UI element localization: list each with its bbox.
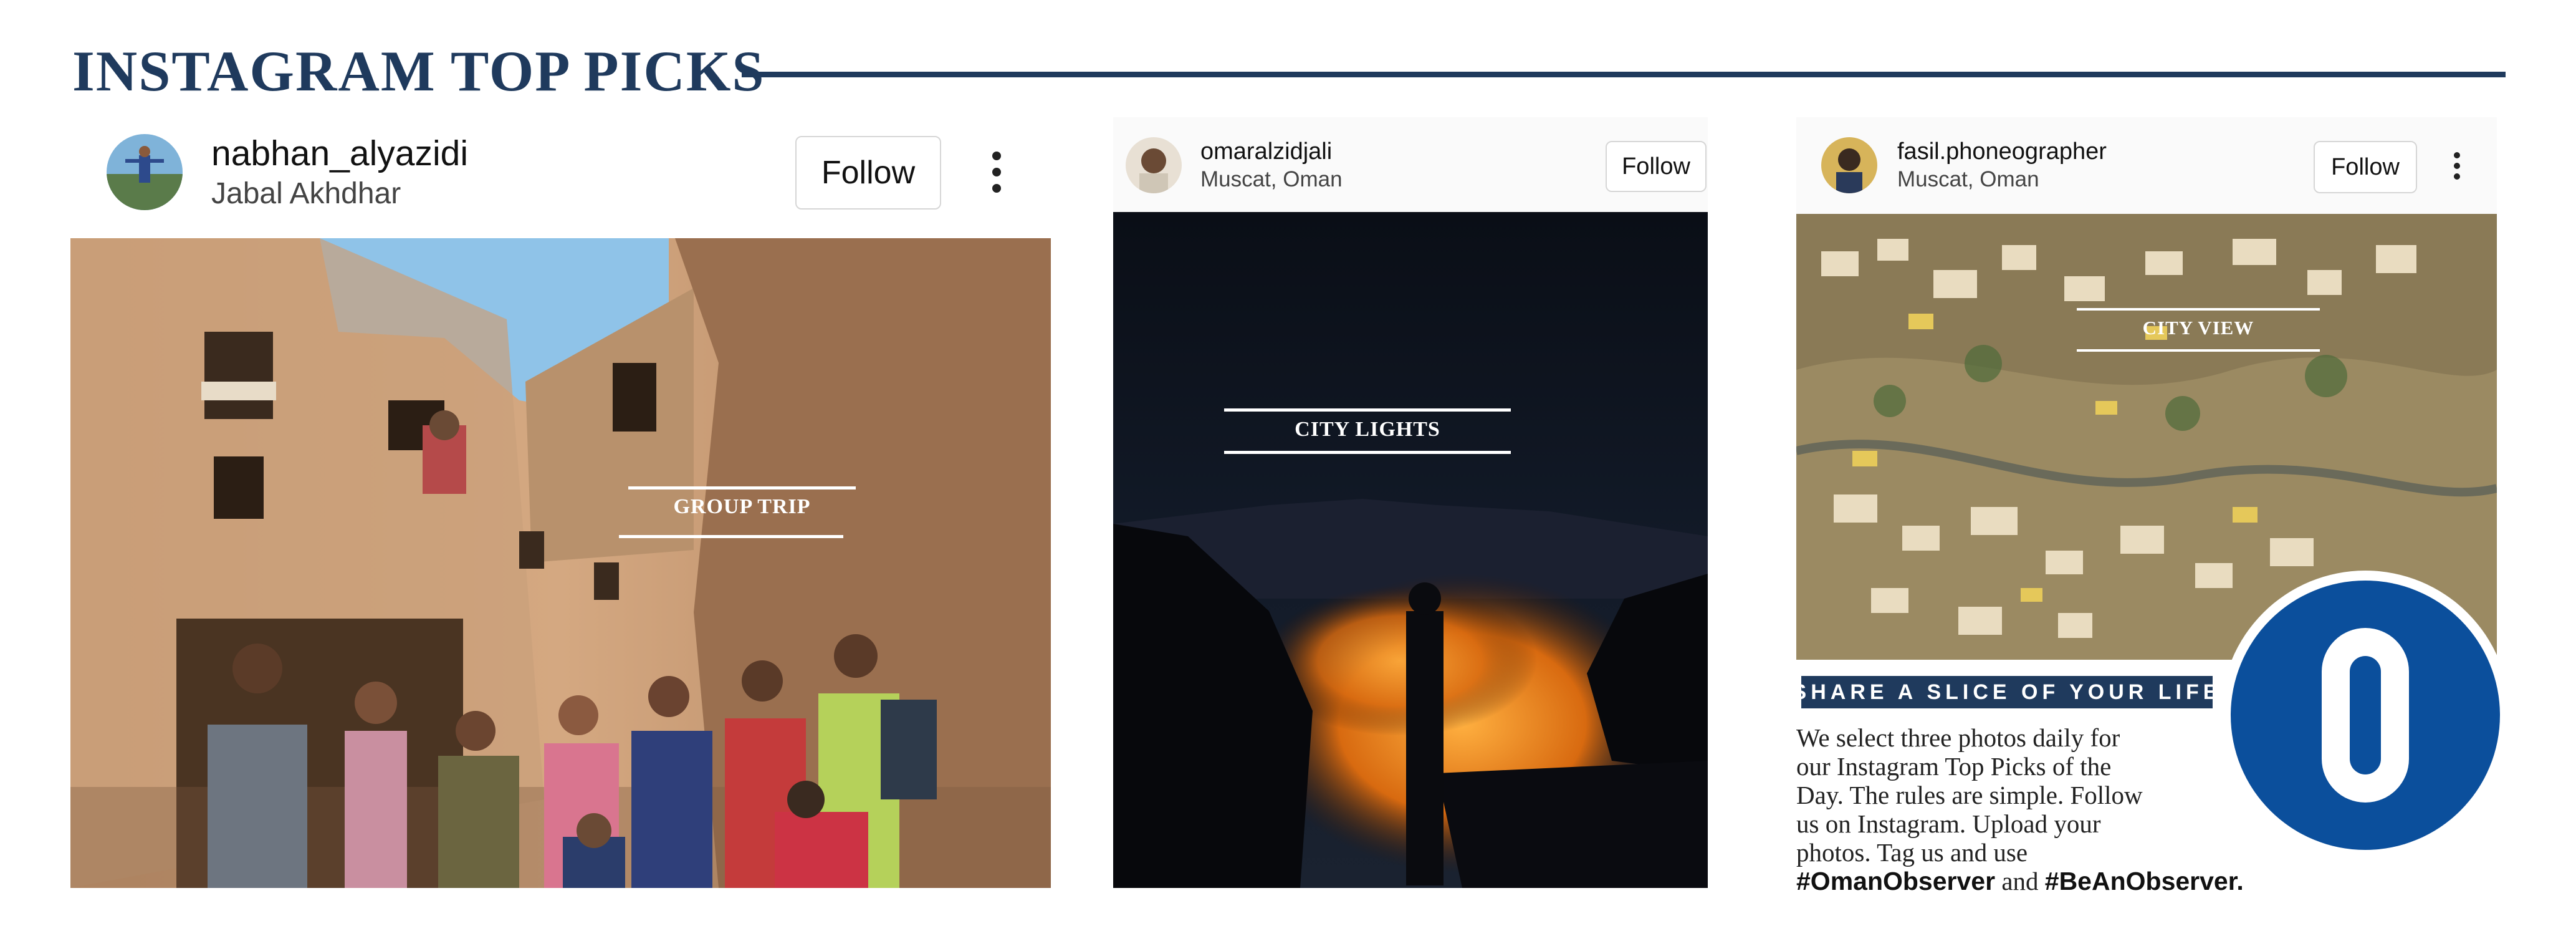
post-card-2: omaralzidjali Muscat, Oman Follow CITY L — [1113, 117, 1708, 888]
info-text: We select three photos daily for our Ins… — [1796, 723, 2270, 895]
hashtag-line: #OmanObserver and #BeAnObserver. — [1796, 867, 2270, 895]
header-divider — [742, 72, 2506, 77]
location[interactable]: Muscat, Oman — [1200, 167, 1343, 192]
hashtag-be-an-observer[interactable]: #BeAnObserver. — [2045, 867, 2244, 895]
photo-tag-line-top — [628, 486, 856, 490]
location[interactable]: Muscat, Oman — [1897, 167, 2039, 192]
post-photo[interactable] — [70, 238, 1051, 888]
user-avatar[interactable] — [107, 134, 183, 210]
info-line: photos. Tag us and use — [1796, 838, 2028, 867]
photo-tag-line-top — [1224, 408, 1511, 412]
user-avatar[interactable] — [1126, 137, 1182, 193]
more-options-icon[interactable] — [992, 152, 1002, 193]
photo-tag-line-bottom — [619, 535, 843, 538]
username[interactable]: fasil.phoneographer — [1897, 138, 2107, 165]
photo-tag: CITY LIGHTS — [1295, 418, 1440, 441]
username[interactable]: nabhan_alyazidi — [211, 133, 468, 174]
username[interactable]: omaralzidjali — [1200, 138, 1332, 165]
share-banner: SHARE A SLICE OF YOUR LIFE — [1793, 676, 2217, 708]
photo-tag: CITY VIEW — [2142, 317, 2254, 339]
photo-tag-line-top — [2077, 308, 2320, 311]
photo-tag-line-bottom — [2077, 349, 2320, 352]
user-avatar[interactable] — [1821, 137, 1877, 193]
info-line: our Instagram Top Picks of the — [1796, 752, 2112, 781]
more-options-icon[interactable] — [2453, 152, 2461, 180]
follow-button[interactable]: Follow — [795, 136, 941, 210]
follow-button[interactable]: Follow — [1606, 141, 1707, 192]
location[interactable]: Jabal Akhdhar — [211, 176, 401, 211]
photo-tag: GROUP TRIP — [673, 495, 811, 518]
info-line: us on Instagram. Upload your — [1796, 809, 2101, 838]
post-photo[interactable] — [1113, 212, 1708, 888]
info-line: We select three photos daily for — [1796, 723, 2120, 752]
page-title: INSTAGRAM TOP PICKS — [72, 39, 765, 103]
hashtag-oman-observer[interactable]: #OmanObserver — [1796, 867, 1995, 895]
post-card-1: nabhan_alyazidi Jabal Akhdhar Follow GRO… — [70, 117, 1051, 888]
info-line: Day. The rules are simple. Follow — [1796, 781, 2143, 809]
connector-text: and — [2001, 867, 2039, 895]
follow-button[interactable]: Follow — [2314, 141, 2417, 193]
photo-tag-line-bottom — [1224, 451, 1511, 454]
